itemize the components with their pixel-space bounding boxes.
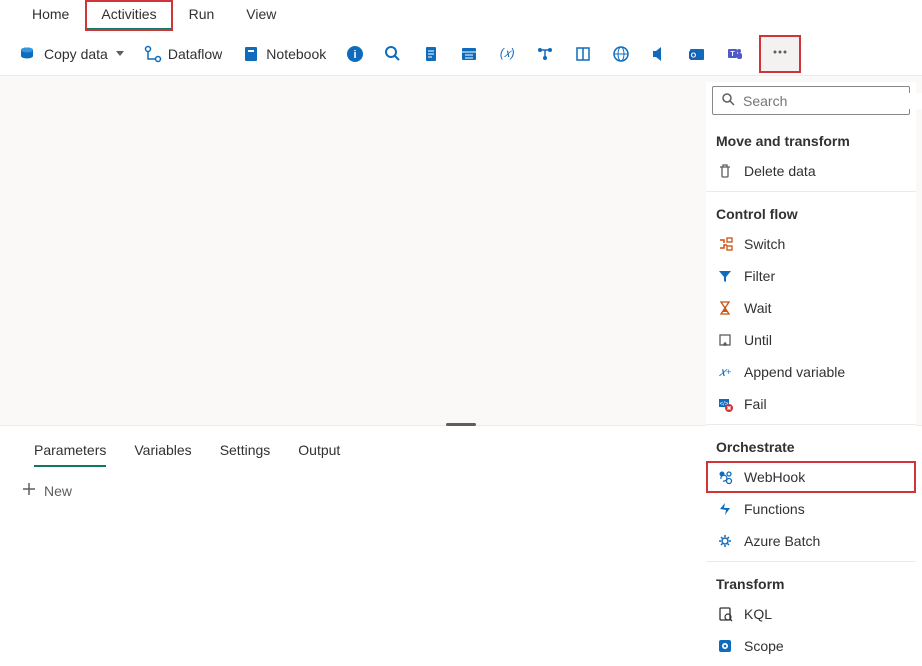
svg-text:T: T bbox=[731, 51, 736, 58]
menu-wait[interactable]: Wait bbox=[706, 292, 916, 324]
menu-filter[interactable]: Filter bbox=[706, 260, 916, 292]
menu-label: Fail bbox=[744, 396, 767, 412]
until-icon bbox=[716, 331, 734, 349]
tab-parameters[interactable]: Parameters bbox=[20, 434, 120, 466]
menu-azure-batch[interactable]: Azure Batch bbox=[706, 525, 916, 557]
divider bbox=[706, 191, 916, 192]
search-box[interactable] bbox=[712, 86, 910, 115]
search-icon bbox=[721, 92, 735, 109]
tab-view[interactable]: View bbox=[230, 0, 292, 31]
tab-run[interactable]: Run bbox=[173, 0, 231, 31]
resize-handle[interactable] bbox=[446, 423, 476, 426]
menu-switch[interactable]: Switch bbox=[706, 228, 916, 260]
outlook-button[interactable]: O bbox=[680, 39, 714, 69]
menu-label: Append variable bbox=[744, 364, 845, 380]
plus-icon bbox=[22, 482, 36, 499]
info-button[interactable]: i bbox=[338, 39, 372, 69]
append-variable-icon: 𝑥+ bbox=[716, 363, 734, 381]
tab-output[interactable]: Output bbox=[284, 434, 354, 466]
menu-delete-data[interactable]: Delete data bbox=[706, 155, 916, 187]
trash-icon bbox=[716, 162, 734, 180]
search-button[interactable] bbox=[376, 39, 410, 69]
group-control-flow: Control flow bbox=[706, 196, 916, 228]
menu-label: Switch bbox=[744, 236, 785, 252]
web-button[interactable] bbox=[604, 39, 638, 69]
notebook-icon bbox=[242, 45, 260, 63]
webhook-icon bbox=[716, 468, 734, 486]
copy-data-label: Copy data bbox=[44, 46, 108, 62]
tab-home[interactable]: Home bbox=[16, 0, 85, 31]
tab-settings[interactable]: Settings bbox=[206, 434, 285, 466]
variable-button[interactable]: (𝑥) bbox=[490, 39, 524, 69]
main-tabs: Home Activities Run View bbox=[0, 0, 922, 32]
script-button[interactable] bbox=[414, 39, 448, 69]
group-orchestrate: Orchestrate bbox=[706, 429, 916, 461]
speaker-button[interactable] bbox=[642, 39, 676, 69]
menu-scope[interactable]: Scope bbox=[706, 630, 916, 662]
script-icon bbox=[422, 45, 440, 63]
menu-fail[interactable]: </> Fail bbox=[706, 388, 916, 420]
dataflow-icon bbox=[144, 45, 162, 63]
menu-label: Filter bbox=[744, 268, 775, 284]
info-icon: i bbox=[346, 45, 364, 63]
semantic-model-icon bbox=[574, 45, 592, 63]
variable-icon: (𝑥) bbox=[498, 45, 516, 63]
functions-icon bbox=[716, 500, 734, 518]
toolbar: Copy data Dataflow Notebook i (𝑥) bbox=[0, 32, 922, 76]
hourglass-icon bbox=[716, 299, 734, 317]
outlook-icon: O bbox=[688, 45, 706, 63]
ellipsis-icon bbox=[772, 44, 788, 63]
search-input[interactable] bbox=[743, 93, 922, 109]
svg-text:O: O bbox=[691, 52, 697, 59]
menu-until[interactable]: Until bbox=[706, 324, 916, 356]
gear-icon bbox=[716, 532, 734, 550]
pipeline-icon bbox=[536, 45, 554, 63]
svg-text:i: i bbox=[354, 49, 357, 61]
group-transform: Transform bbox=[706, 566, 916, 598]
filter-icon bbox=[716, 267, 734, 285]
speaker-icon bbox=[650, 45, 668, 63]
menu-label: Wait bbox=[744, 300, 771, 316]
kql-icon bbox=[716, 605, 734, 623]
menu-label: Azure Batch bbox=[744, 533, 820, 549]
globe-icon bbox=[612, 45, 630, 63]
menu-functions[interactable]: Functions bbox=[706, 493, 916, 525]
notebook-label: Notebook bbox=[266, 46, 326, 62]
menu-label: Delete data bbox=[744, 163, 816, 179]
menu-label: Scope bbox=[744, 638, 784, 654]
notebook-button[interactable]: Notebook bbox=[234, 39, 334, 69]
teams-icon: T bbox=[726, 45, 744, 63]
copy-data-button[interactable]: Copy data bbox=[12, 39, 132, 69]
divider bbox=[706, 424, 916, 425]
tab-variables[interactable]: Variables bbox=[120, 434, 205, 466]
teams-button[interactable]: T bbox=[718, 39, 752, 69]
dataflow-button[interactable]: Dataflow bbox=[136, 39, 230, 69]
scope-icon bbox=[716, 637, 734, 655]
menu-webhook[interactable]: WebHook bbox=[706, 461, 916, 493]
switch-icon bbox=[716, 235, 734, 253]
tab-activities[interactable]: Activities bbox=[85, 0, 172, 31]
divider bbox=[706, 561, 916, 562]
menu-label: Until bbox=[744, 332, 772, 348]
dataflow-label: Dataflow bbox=[168, 46, 222, 62]
group-move-transform: Move and transform bbox=[706, 123, 916, 155]
menu-append-variable[interactable]: 𝑥+ Append variable bbox=[706, 356, 916, 388]
activities-dropdown: Move and transform Delete data Control f… bbox=[706, 82, 916, 662]
more-activities-button[interactable] bbox=[760, 36, 800, 72]
pipeline-button[interactable] bbox=[528, 39, 562, 69]
menu-label: Functions bbox=[744, 501, 805, 517]
menu-label: KQL bbox=[744, 606, 772, 622]
menu-kql[interactable]: KQL bbox=[706, 598, 916, 630]
fail-icon: </> bbox=[716, 395, 734, 413]
search-icon bbox=[384, 45, 402, 63]
copy-data-icon bbox=[20, 45, 38, 63]
new-label: New bbox=[44, 483, 72, 499]
menu-label: WebHook bbox=[744, 469, 805, 485]
stored-proc-button[interactable] bbox=[452, 39, 486, 69]
semantic-model-button[interactable] bbox=[566, 39, 600, 69]
chevron-down-icon bbox=[116, 51, 124, 56]
stored-proc-icon bbox=[460, 45, 478, 63]
